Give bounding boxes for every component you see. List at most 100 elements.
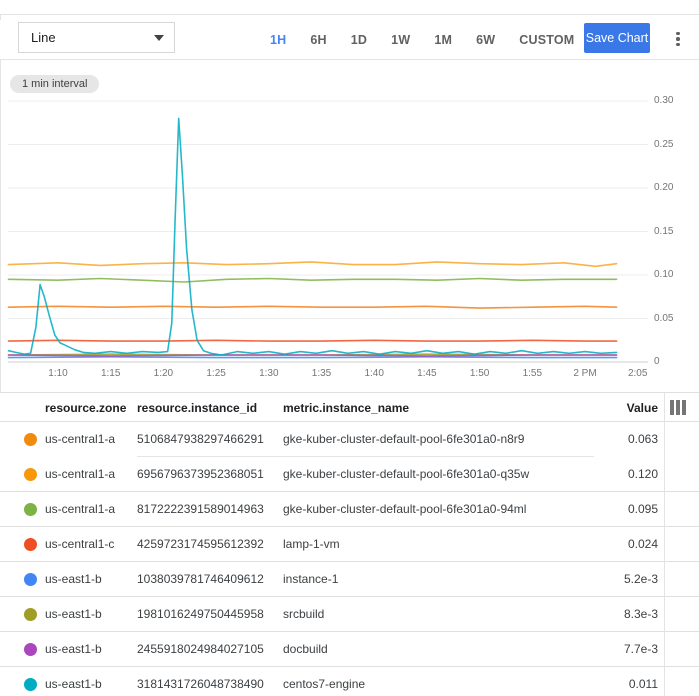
cell-instance-id: 8172222391589014963 [137, 502, 264, 516]
range-button-6w[interactable]: 6W [464, 27, 507, 53]
table-row[interactable]: us-central1-a 8172222391589014963 gke-kube… [0, 492, 699, 527]
table-row[interactable]: us-east1-b 1981016249750445958 srcbuild 8.3… [0, 597, 699, 632]
series-line-gke-kuber-cluster-default-pool-6fe301a0-q35w [9, 262, 617, 266]
cell-instance-name: gke-kuber-cluster-default-pool-6fe301a0-… [283, 502, 526, 516]
line-chart[interactable]: 0.30 0.25 0.20 0.15 0.10 0.05 0 1:10 1:15 1:20 1:2… [0, 85, 699, 385]
column-header-resource-zone[interactable]: resource.zone [45, 401, 126, 415]
table-header-row: resource.zone resource.instance_id metri… [0, 393, 699, 422]
x-axis-tick-label: 2:05 [618, 368, 658, 379]
series-line-centos7-engine [9, 118, 617, 355]
cell-instance-id: 5106847938297466291 [137, 432, 264, 446]
cell-value: 5.2e-3 [558, 572, 658, 586]
cell-resource-zone: us-central1-a [45, 502, 115, 516]
cell-value: 0.011 [558, 677, 658, 691]
cell-resource-zone: us-central1-c [45, 537, 114, 551]
cell-value: 8.3e-3 [558, 607, 658, 621]
y-axis-tick-label: 0 [654, 357, 694, 367]
cell-instance-name: centos7-engine [283, 677, 365, 691]
save-chart-button[interactable]: Save Chart [584, 23, 650, 53]
cell-resource-zone: us-east1-b [45, 607, 102, 621]
series-table: resource.zone resource.instance_id metri… [0, 392, 699, 696]
x-axis-tick-label: 1:10 [38, 368, 78, 379]
y-axis-tick-label: 0.15 [654, 227, 694, 237]
table-row[interactable]: us-central1-a 5106847938297466291 gke-kube… [0, 422, 699, 457]
series-line-instance-1 [9, 357, 617, 358]
series-color-dot [24, 678, 37, 691]
table-row[interactable]: us-central1-c 4259723174595612392 lamp-1-v… [0, 527, 699, 562]
range-button-1h[interactable]: 1H [258, 27, 298, 53]
cell-instance-id: 3181431726048738490 [137, 677, 264, 691]
series-color-dot [24, 503, 37, 516]
x-axis-tick-label: 1:20 [143, 368, 183, 379]
table-row[interactable]: us-east1-b 3181431726048738490 centos7-eng… [0, 667, 699, 696]
range-button-6h[interactable]: 6H [298, 27, 338, 53]
y-axis-tick-label: 0.25 [654, 140, 694, 150]
chevron-down-icon [154, 35, 164, 41]
series-color-dot [24, 643, 37, 656]
series-line-lamp-1-vm [9, 340, 617, 341]
cell-resource-zone: us-central1-a [45, 432, 115, 446]
range-button-custom[interactable]: CUSTOM [507, 27, 586, 53]
range-button-1m[interactable]: 1M [422, 27, 464, 53]
series-line-gke-kuber-cluster-default-pool-6fe301a0-94ml [9, 279, 617, 283]
cell-instance-id: 6956796373952368051 [137, 467, 264, 481]
value-column-divider [664, 393, 665, 696]
cell-value: 0.024 [558, 537, 658, 551]
overflow-menu-icon[interactable] [668, 28, 688, 50]
cell-instance-id: 2455918024984027105 [137, 642, 264, 656]
series-color-dot [24, 538, 37, 551]
cell-instance-id: 1038039781746409612 [137, 572, 264, 586]
cell-instance-id: 1981016249750445958 [137, 607, 264, 621]
x-axis-tick-label: 1:40 [354, 368, 394, 379]
time-range-button-group: 1H6H1D1W1M6WCUSTOM [258, 20, 586, 59]
y-axis-tick-label: 0.10 [654, 270, 694, 280]
cell-resource-zone: us-central1-a [45, 467, 115, 481]
series-color-dot [24, 468, 37, 481]
x-axis-tick-label: 2 PM [565, 368, 605, 379]
cell-instance-id: 4259723174595612392 [137, 537, 264, 551]
monitoring-chart-panel: Line 1H6H1D1W1M6WCUSTOM Save Chart 1 min… [0, 0, 699, 696]
table-row[interactable]: us-east1-b1038039781746409612instance-15… [0, 562, 699, 597]
chart-type-select[interactable]: Line [18, 22, 175, 53]
top-divider [0, 14, 699, 15]
series-line-docbuild [9, 355, 617, 356]
y-axis-tick-label: 0.20 [654, 183, 694, 193]
table-row[interactable]: us-central1-a 6956796373952368051 gke-kube… [0, 457, 699, 492]
cell-resource-zone: us-east1-b [45, 677, 102, 691]
chart-canvas [0, 85, 699, 385]
column-display-icon[interactable] [670, 400, 690, 415]
chart-toolbar: Line 1H6H1D1W1M6WCUSTOM Save Chart [0, 20, 699, 59]
series-color-dot [24, 608, 37, 621]
series-color-dot [24, 573, 37, 586]
cell-value: 0.120 [558, 467, 658, 481]
cell-instance-name: gke-kuber-cluster-default-pool-6fe301a0-… [283, 467, 529, 481]
range-button-1d[interactable]: 1D [339, 27, 379, 53]
x-axis-tick-label: 1:15 [91, 368, 131, 379]
cell-value: 0.095 [558, 502, 658, 516]
toolbar-divider [0, 59, 699, 60]
x-axis-tick-label: 1:50 [460, 368, 500, 379]
column-header-instance-id[interactable]: resource.instance_id [137, 401, 257, 415]
chart-type-selected-value: Line [31, 30, 154, 45]
cell-value: 0.063 [558, 432, 658, 446]
cell-instance-name: gke-kuber-cluster-default-pool-6fe301a0-… [283, 432, 524, 446]
x-axis-tick-label: 1:35 [302, 368, 342, 379]
series-color-dot [24, 433, 37, 446]
table-row[interactable]: us-east1-b2455918024984027105docbuild7.7… [0, 632, 699, 667]
column-header-instance-name[interactable]: metric.instance_name [283, 401, 409, 415]
x-axis-tick-label: 1:30 [249, 368, 289, 379]
x-axis-tick-label: 1:45 [407, 368, 447, 379]
series-line-gke-kuber-cluster-default-pool-6fe301a0-n8r9 [9, 306, 617, 308]
column-header-value[interactable]: Value [558, 401, 658, 415]
cell-instance-name: srcbuild [283, 607, 324, 621]
cell-resource-zone: us-east1-b [45, 572, 102, 586]
y-axis-tick-label: 0.30 [654, 96, 694, 106]
cell-instance-name: lamp-1-vm [283, 537, 340, 551]
x-axis-tick-label: 1:25 [196, 368, 236, 379]
y-axis-tick-label: 0.05 [654, 314, 694, 324]
cell-value: 7.7e-3 [558, 642, 658, 656]
table-body: us-central1-a 5106847938297466291 gke-kube… [0, 422, 699, 696]
cell-instance-name: docbuild [283, 642, 328, 656]
x-axis-tick-label: 1:55 [512, 368, 552, 379]
range-button-1w[interactable]: 1W [379, 27, 422, 53]
